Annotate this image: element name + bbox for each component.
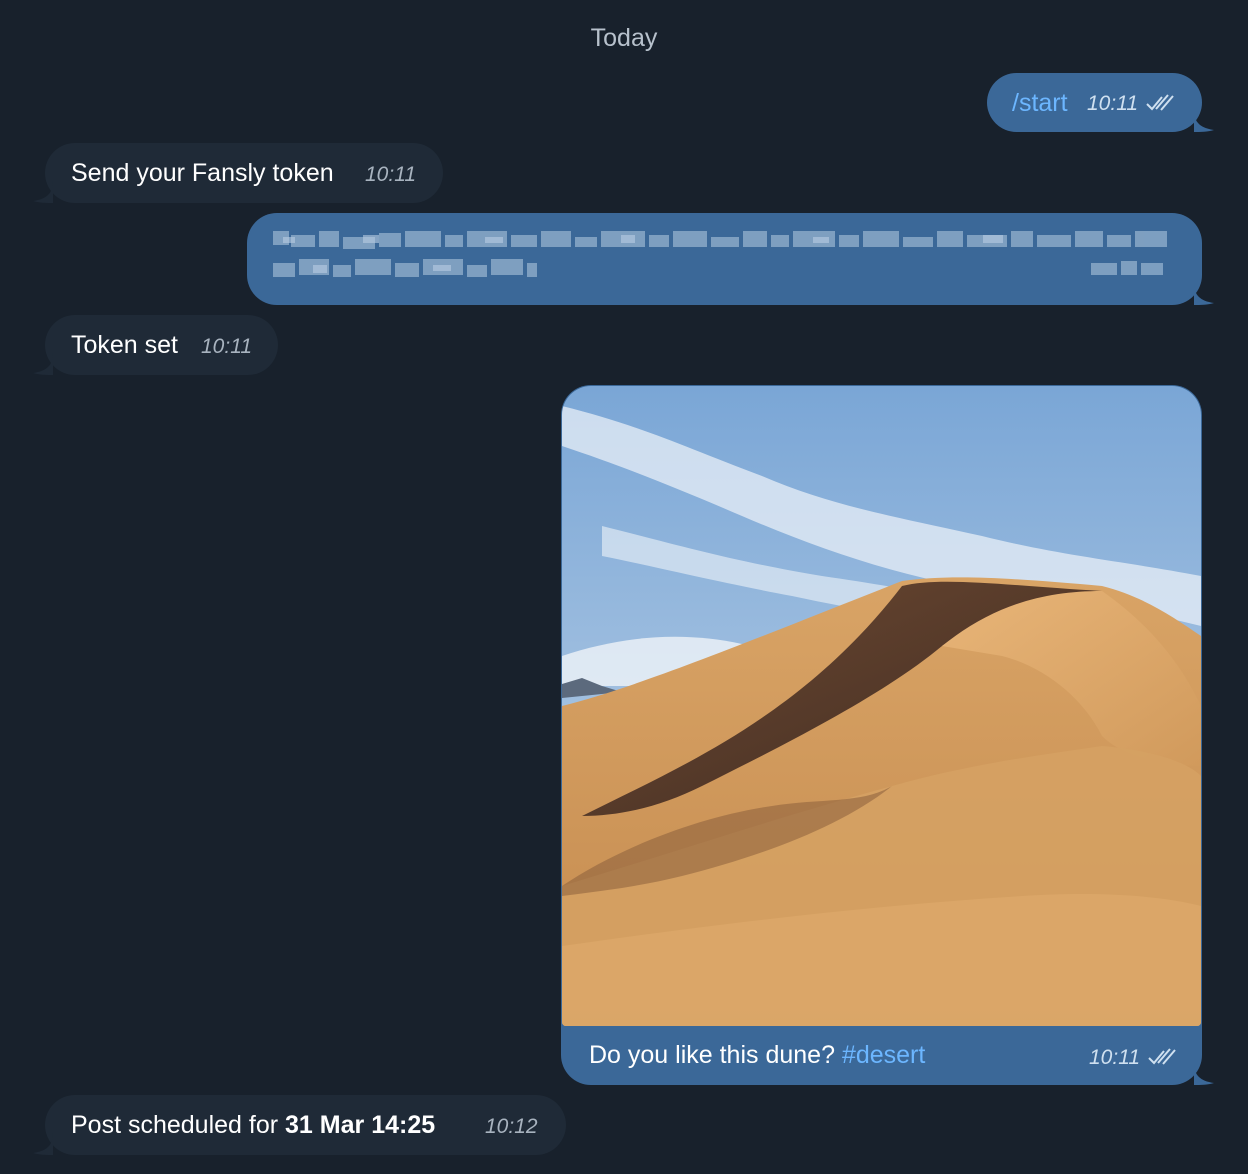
command-link[interactable]: /start <box>1012 88 1068 118</box>
message-time: 10:11 <box>1089 1046 1140 1069</box>
photo-caption: Do you like this dune? #desert <box>589 1041 926 1069</box>
incoming-message-token-set[interactable]: Token set 10:11 <box>33 315 278 375</box>
incoming-message-token-request[interactable]: Send your Fansly token 10:11 <box>33 143 443 203</box>
incoming-message-post-scheduled[interactable]: Post scheduled for 31 Mar 14:25 10:12 <box>33 1095 566 1155</box>
message-text: Post scheduled for 31 Mar 14:25 <box>71 1111 436 1139</box>
scheduled-datetime: 31 Mar 14:25 <box>285 1111 436 1139</box>
message-meta: 10:11 <box>1087 92 1175 118</box>
message-time: 10:12 <box>485 1115 538 1138</box>
message-text: Token set <box>71 331 179 359</box>
message-text: Send your Fansly token <box>71 159 334 187</box>
pixelated-redaction <box>273 229 1178 291</box>
bubble-tail <box>33 1133 53 1155</box>
bubble-tail <box>33 181 53 203</box>
double-check-icon <box>1147 1047 1177 1072</box>
outgoing-message-start[interactable]: /start 10:11 <box>987 73 1214 132</box>
date-separator: Today <box>590 24 658 52</box>
message-time: 10:11 <box>365 163 416 186</box>
message-meta: 10:11 <box>1089 1046 1177 1072</box>
outgoing-photo-message[interactable]: Do you like this dune? #desert 10:11 <box>561 385 1214 1085</box>
hashtag-link[interactable]: #desert <box>842 1041 925 1069</box>
dune-photo[interactable] <box>562 386 1201 1026</box>
message-time: 10:11 <box>1087 92 1138 115</box>
double-check-icon <box>1145 93 1175 118</box>
bubble-tail <box>1194 110 1214 132</box>
outgoing-message-redacted-token[interactable] <box>247 213 1214 305</box>
bubble-tail <box>33 353 53 375</box>
bubble-tail <box>1194 1063 1214 1085</box>
message-time: 10:11 <box>201 335 252 358</box>
bubble-tail <box>1194 283 1214 305</box>
